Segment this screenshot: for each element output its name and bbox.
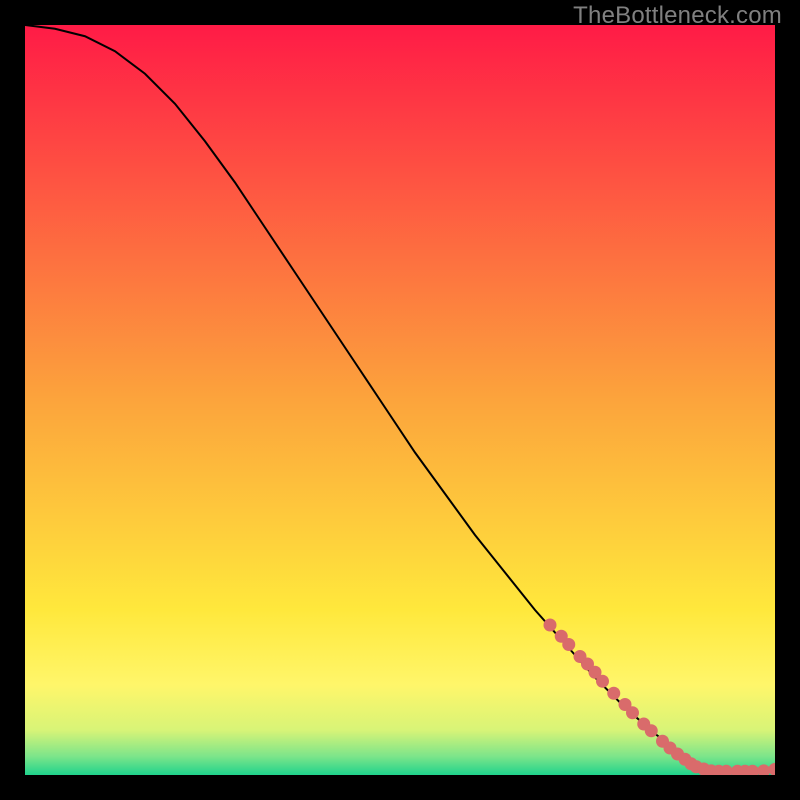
watermark-text: TheBottleneck.com bbox=[573, 2, 782, 30]
chart-svg bbox=[25, 25, 775, 775]
chart-marker bbox=[544, 619, 557, 632]
chart-background-gradient bbox=[25, 25, 775, 775]
chart-root: TheBottleneck.com bbox=[0, 0, 800, 800]
chart-marker bbox=[607, 687, 620, 700]
chart-marker bbox=[562, 638, 575, 651]
plot-area bbox=[25, 25, 775, 775]
chart-marker bbox=[626, 706, 639, 719]
chart-marker bbox=[645, 724, 658, 737]
chart-marker bbox=[596, 675, 609, 688]
